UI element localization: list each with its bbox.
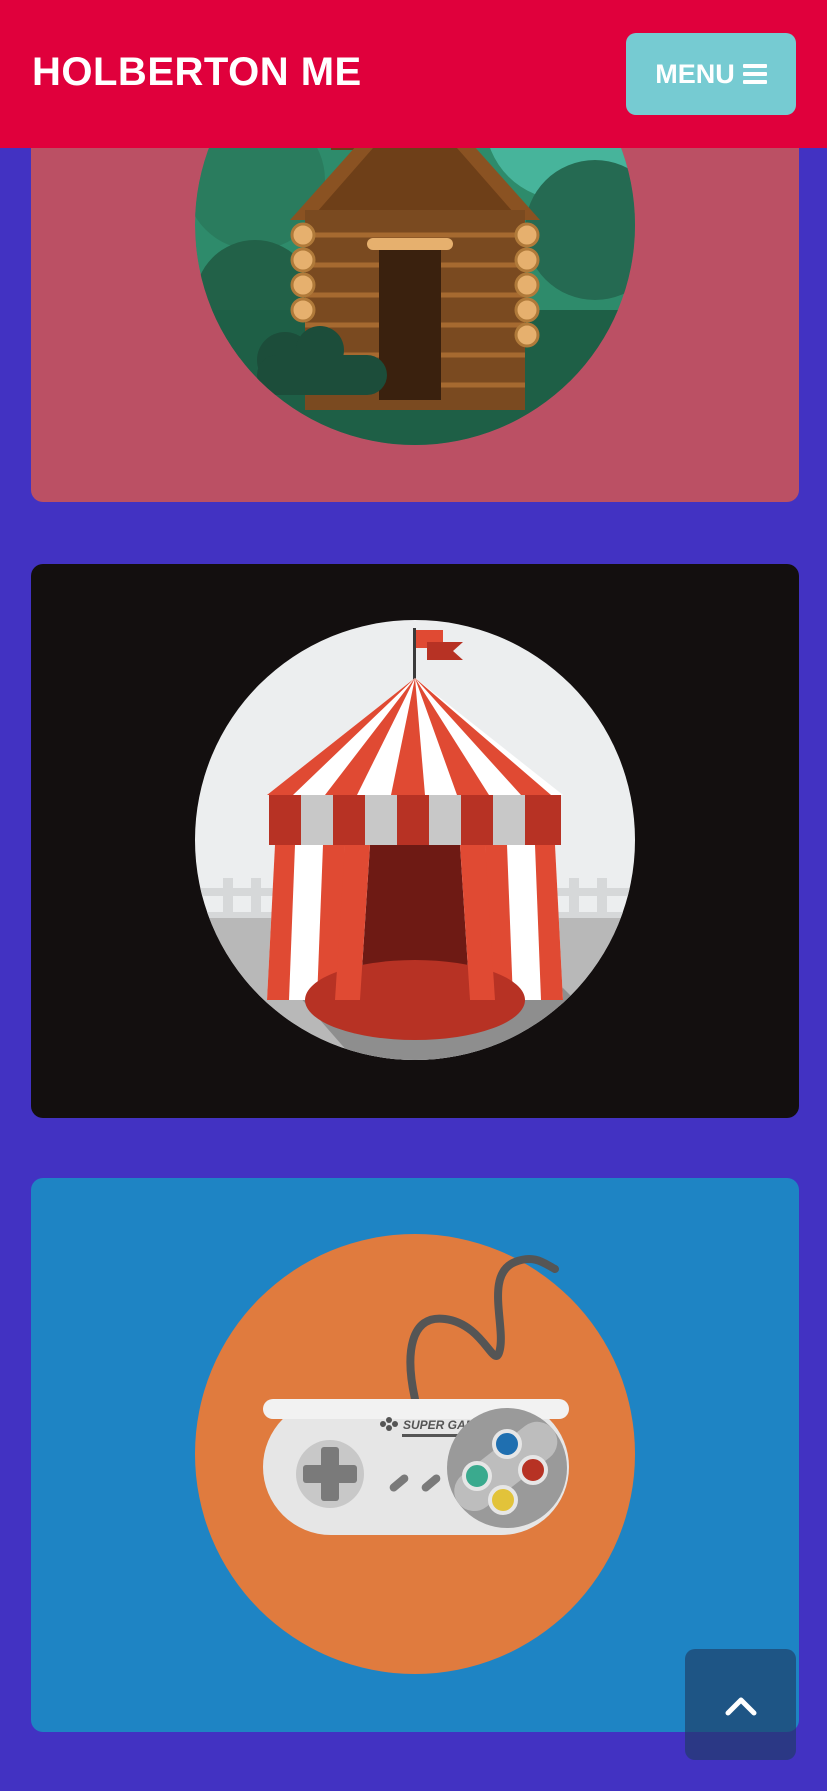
site-header: HOLBERTON ME MENU [0,0,827,148]
circus-tent-illustration [195,620,635,1060]
game-controller-illustration: SUPER GAME [195,1234,635,1674]
portfolio-card-controller[interactable]: SUPER GAME [31,1178,799,1732]
chevron-up-icon [725,1697,756,1715]
menu-button[interactable]: MENU [626,33,796,115]
hamburger-icon [742,64,767,84]
back-to-top-button[interactable] [685,1649,796,1760]
site-brand[interactable]: HOLBERTON ME [32,48,362,96]
portfolio-card-circus[interactable] [31,564,799,1118]
menu-label: MENU [655,58,735,89]
